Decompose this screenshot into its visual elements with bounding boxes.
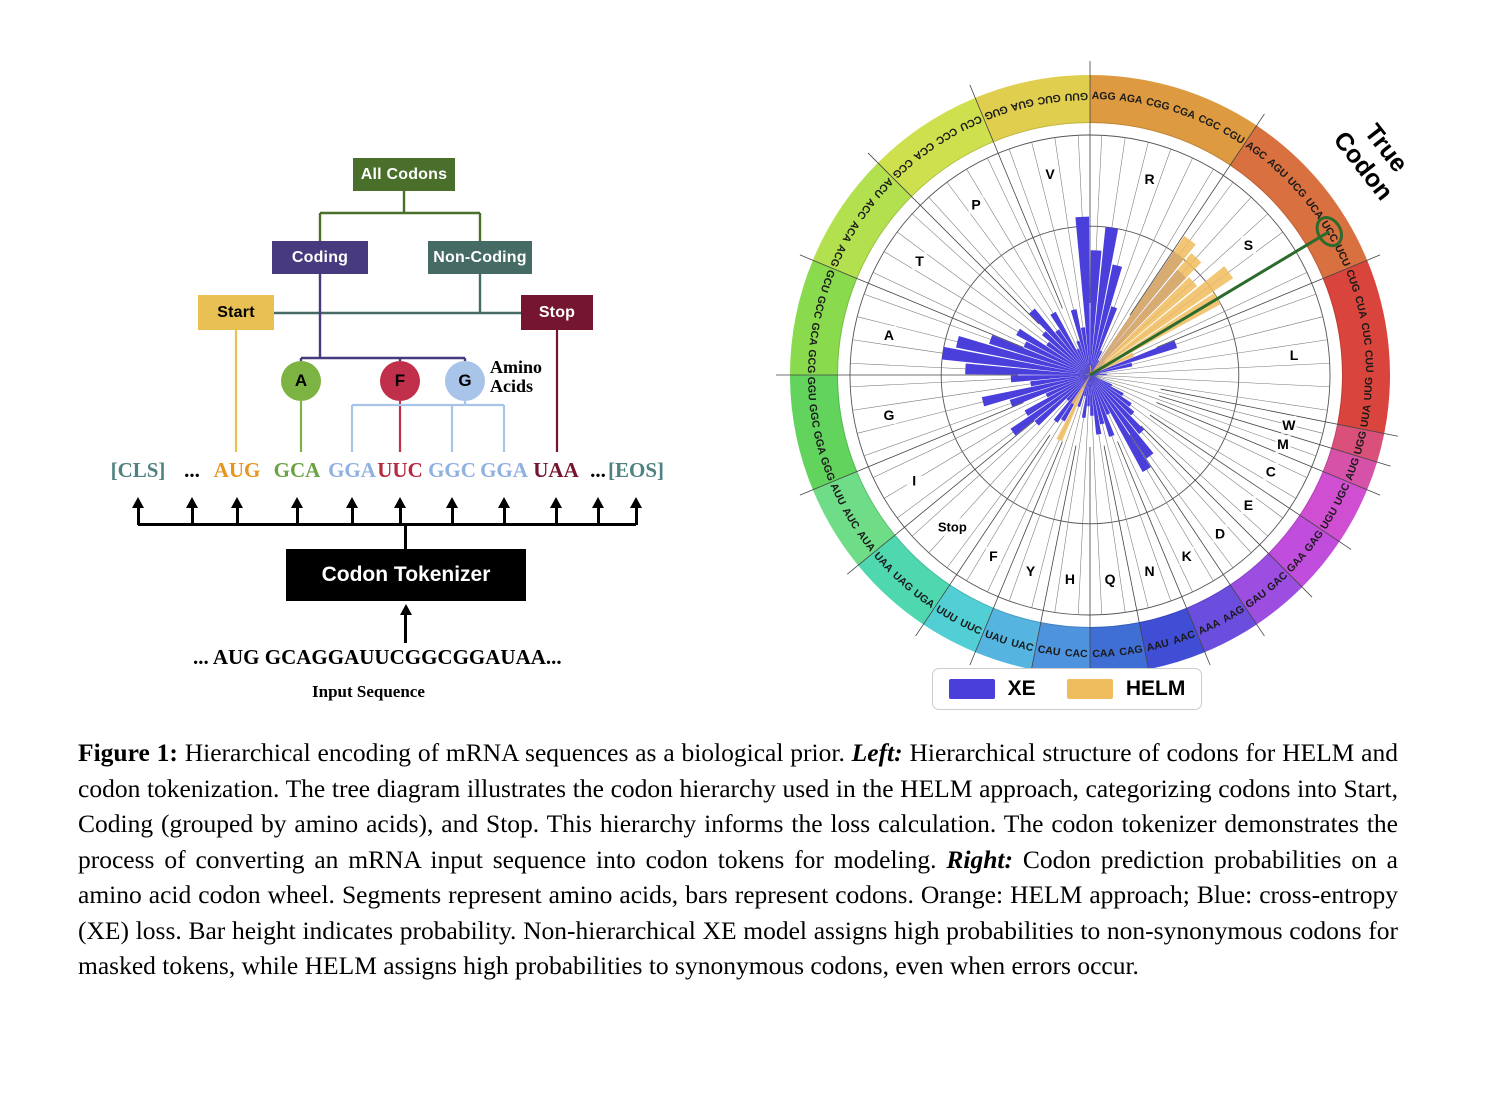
aa-label-V: V <box>1045 166 1055 182</box>
token-arrow-icon <box>630 497 642 508</box>
token-arrow-icon <box>592 497 604 508</box>
chart-legend: XE HELM <box>932 668 1202 710</box>
aa-label-S: S <box>1244 237 1253 253</box>
token-arrow-icon <box>132 497 144 508</box>
legend-item-helm[interactable]: HELM <box>1066 677 1186 701</box>
legend-label-xe: XE <box>1007 677 1036 700</box>
token-arrow-icon <box>291 497 303 508</box>
tree-node-non-coding: Non-Coding <box>428 241 532 274</box>
figure-caption: Figure 1: Hierarchical encoding of mRNA … <box>78 738 1399 980</box>
token-arrow-icon <box>498 497 510 508</box>
legend-swatch-helm <box>1066 679 1113 699</box>
amino-acid-node-G: G <box>445 361 485 401</box>
aa-label-Stop: Stop <box>938 519 967 534</box>
legend-swatch-xe <box>948 679 995 699</box>
token-arrow-icon <box>446 497 458 508</box>
amino-acid-node-A: A <box>281 361 321 401</box>
codon-label: CAA <box>1092 647 1116 660</box>
tokenizer-in-arrow-icon <box>399 604 412 615</box>
tree-node-stop: Stop <box>521 295 593 330</box>
token-arrow-icon <box>231 497 243 508</box>
legend-item-xe[interactable]: XE <box>948 677 1036 701</box>
aa-label-G: G <box>883 407 894 423</box>
aa-label-H: H <box>1065 571 1075 587</box>
tree-node-coding: Coding <box>272 241 368 274</box>
token-arrow-icon <box>186 497 198 508</box>
aa-label-E: E <box>1244 497 1253 513</box>
tree-node-start: Start <box>198 295 274 330</box>
token-arrow-icon <box>394 497 406 508</box>
tokenizer-in-stem <box>404 615 407 643</box>
token-arrow-icon <box>550 497 562 508</box>
codon-wheel-panel: AGG AGA CGG CGA CGC CGU AGC AGU UCG UCA UCC UCU CUG C… <box>760 60 1498 720</box>
aa-label-N: N <box>1144 563 1154 579</box>
aa-label-K: K <box>1182 548 1192 564</box>
aa-label-C: C <box>1266 464 1276 480</box>
amino-acids-label: Amino Acids <box>490 358 542 396</box>
codon-tokenizer-box[interactable]: Codon Tokenizer <box>286 549 526 601</box>
aa-label-F: F <box>989 548 998 564</box>
aa-label-W: W <box>1282 417 1296 433</box>
aa-label-P: P <box>971 197 980 213</box>
figure-page: All Codons Coding Non-Coding Start Stop A F G Am… <box>0 0 1498 1120</box>
legend-label-helm: HELM <box>1125 677 1186 700</box>
codon-label: AGG <box>1091 90 1115 103</box>
aa-label-L: L <box>1290 347 1299 363</box>
codon-label: CAC <box>1065 647 1089 660</box>
aa-label-T: T <box>915 253 924 269</box>
aa-label-M: M <box>1277 436 1289 452</box>
codon-label: GGU <box>805 376 818 400</box>
codon-label: CUU <box>1362 350 1375 373</box>
input-sequence-label: Input Sequence <box>312 682 425 701</box>
aa-label-Y: Y <box>1026 563 1036 579</box>
aa-label-Q: Q <box>1105 571 1116 587</box>
amino-acids-label-line2: Acids <box>490 375 534 396</box>
aa-label-I: I <box>912 472 916 488</box>
token-arrow-icon <box>346 497 358 508</box>
codon-label: UUG <box>1362 377 1375 401</box>
tree-node-all-codons: All Codons <box>353 158 455 191</box>
input-sequence-text: ... AUG GCAGGAUUCGGCGGAUAA... <box>193 645 562 669</box>
amino-acid-node-F: F <box>380 361 420 401</box>
codon-label: GCG <box>805 349 818 373</box>
aa-label-D: D <box>1215 525 1225 541</box>
tokenizer-out-stem <box>404 523 407 550</box>
true-codon-annotation: TrueCodon <box>1328 119 1414 206</box>
hierarchy-tree-panel: All Codons Coding Non-Coding Start Stop A F G Am… <box>0 0 760 720</box>
tree-edges <box>234 191 559 452</box>
codon-label: GUU <box>1064 90 1088 103</box>
amino-acids-label-line1: Amino <box>490 357 543 377</box>
tokenizer-bus-bar <box>138 523 636 526</box>
codon-wheel-chart: AGG AGA CGG CGACGCCGUAGCAGUUCGUCAUCCUCUCUGC… <box>776 61 1414 689</box>
aa-label-A: A <box>884 327 894 343</box>
codon-token: [EOS] <box>607 458 664 482</box>
aa-label-R: R <box>1144 171 1154 187</box>
